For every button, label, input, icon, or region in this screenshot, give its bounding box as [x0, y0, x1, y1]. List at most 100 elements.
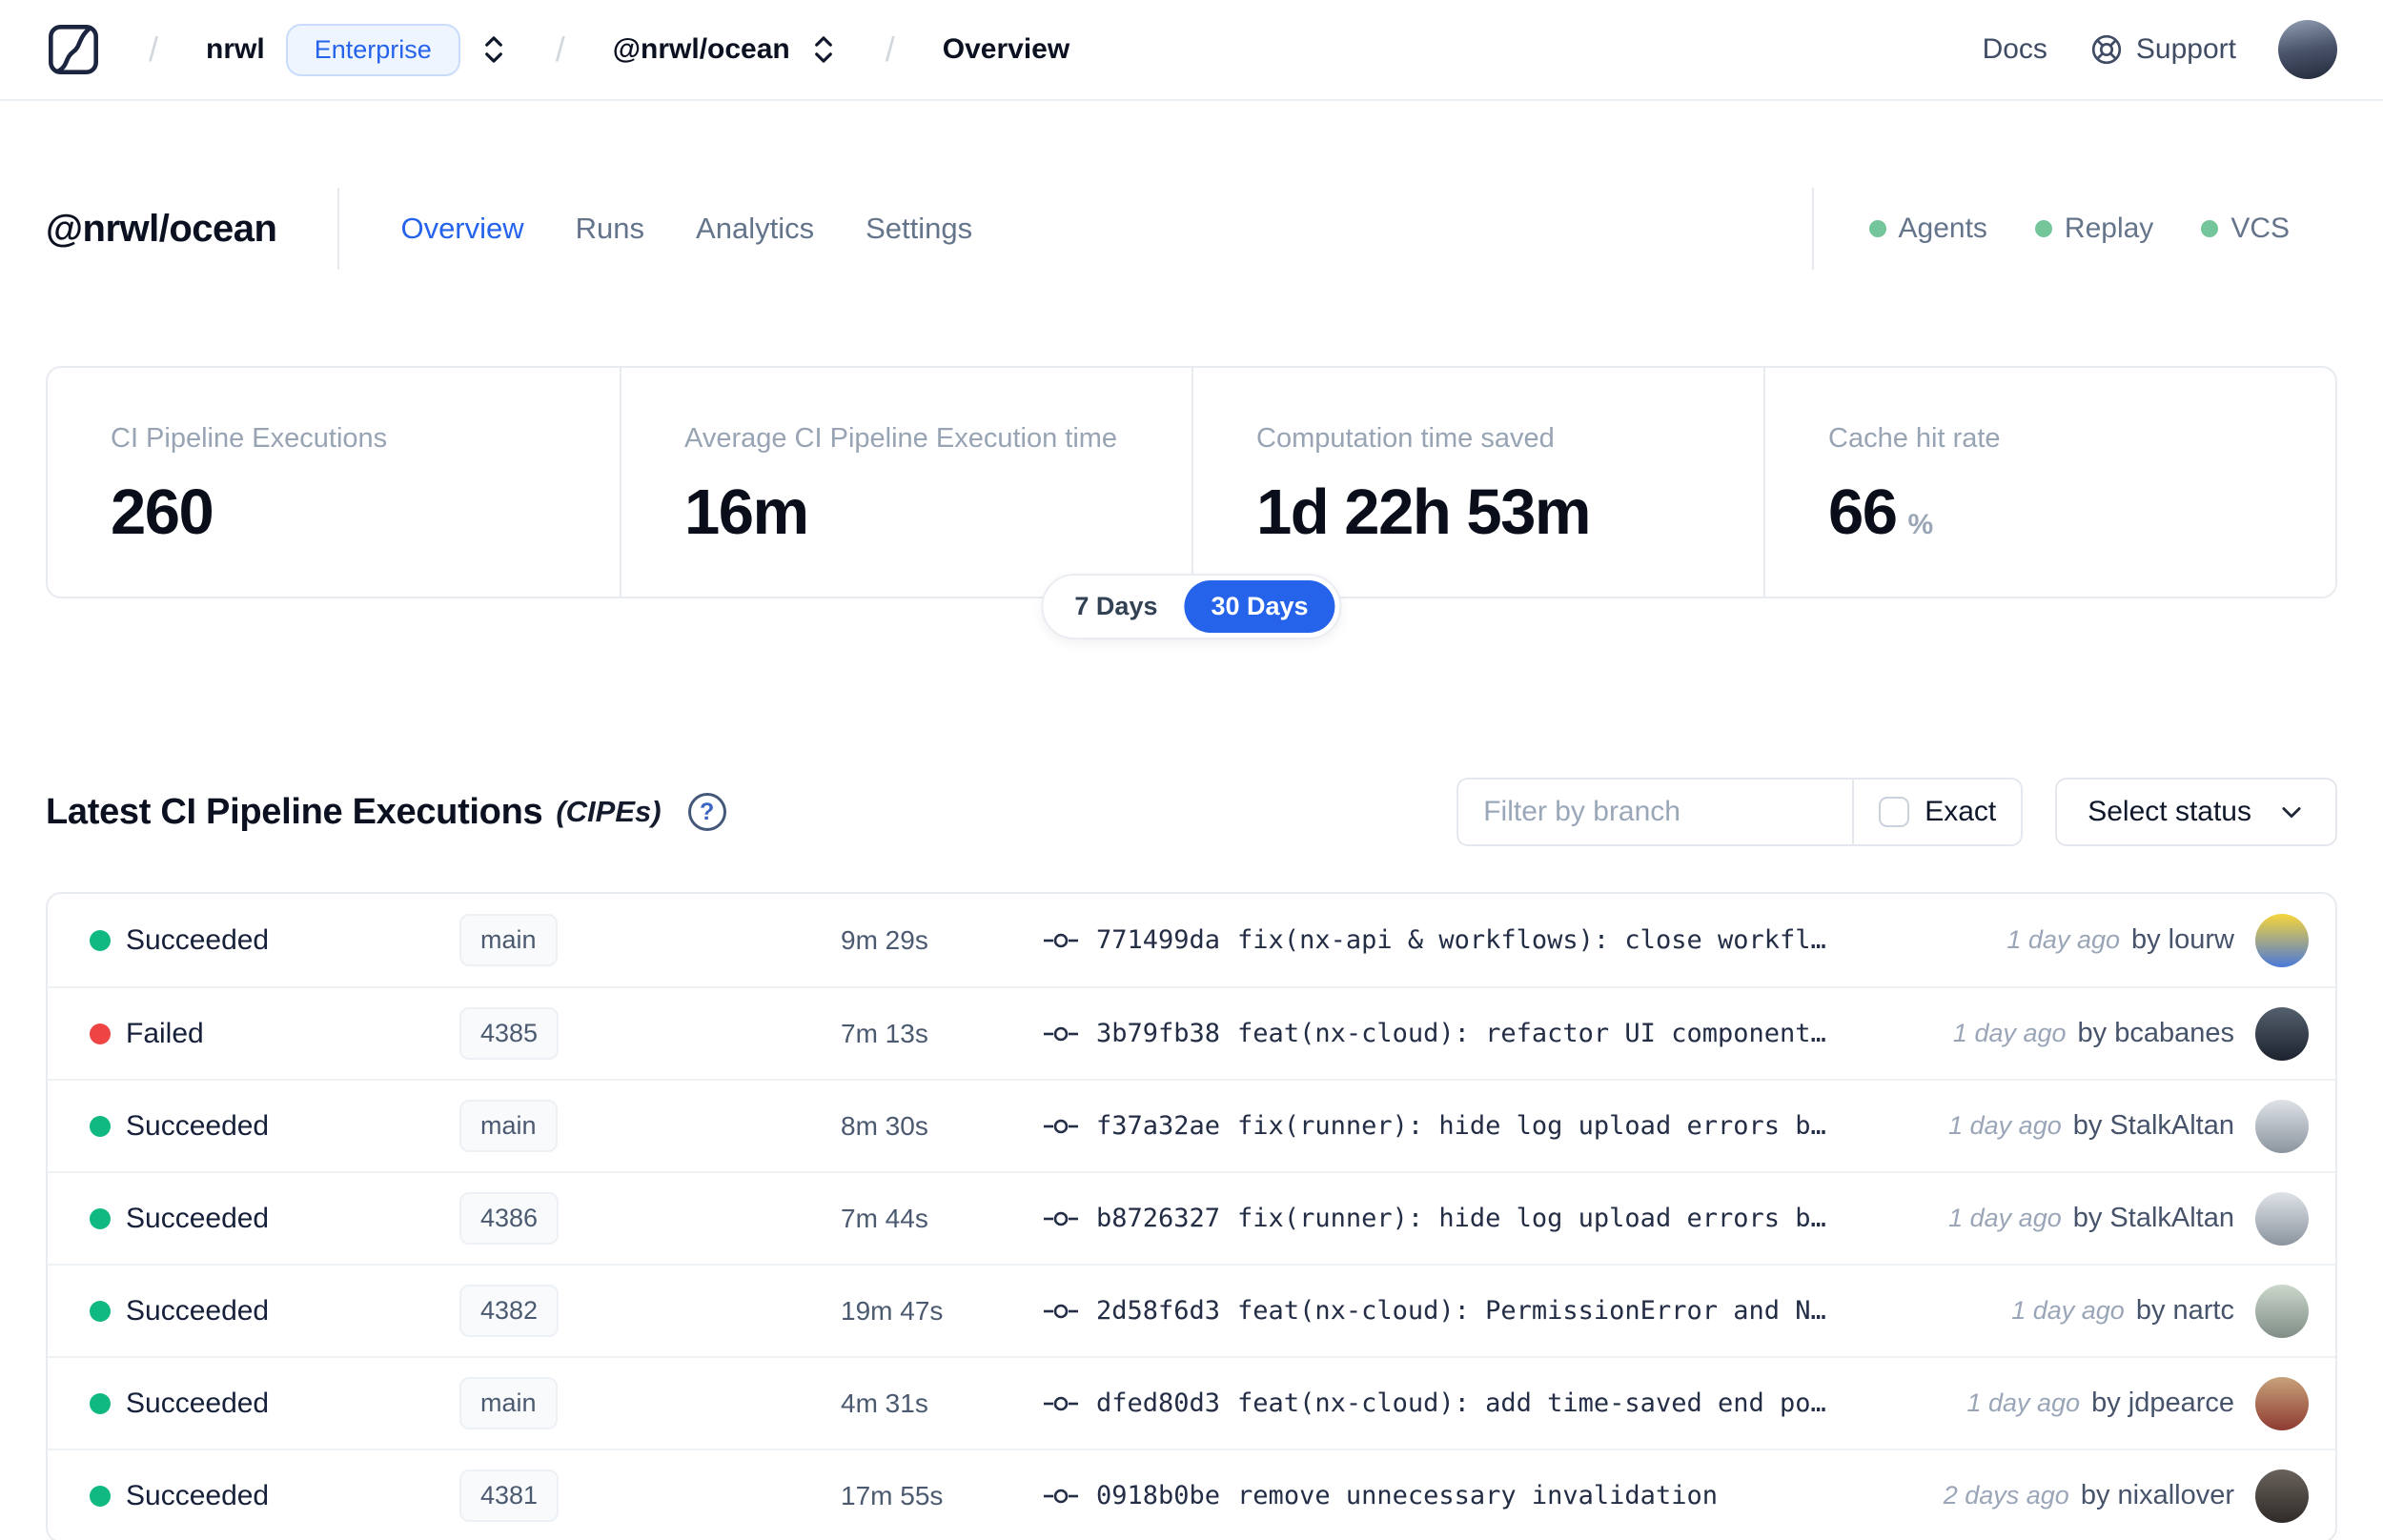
duration-label: 7m 44s [841, 1203, 928, 1233]
table-row[interactable]: Succeeded 4386 7m 44s b8726327 fix(runne… [48, 1171, 2335, 1264]
branch-filter-group: Exact [1456, 778, 2024, 846]
status-label: Succeeded [126, 1202, 270, 1234]
support-label: Support [2135, 33, 2236, 65]
author-avatar[interactable] [2255, 1099, 2309, 1153]
branch-cell: 4381 [459, 1469, 841, 1522]
stat-value: 66 [1828, 476, 1898, 548]
author-label: by lourw [2131, 924, 2234, 955]
breadcrumb-org[interactable]: nrwl [206, 33, 265, 66]
commit-hash[interactable]: 3b79fb38 [1096, 1019, 1220, 1048]
branch-badge[interactable]: 4381 [459, 1469, 560, 1522]
author-avatar[interactable] [2255, 1006, 2309, 1061]
branch-badge[interactable]: main [459, 1100, 558, 1152]
range-7-days-button[interactable]: 7 Days [1048, 580, 1184, 633]
time-ago: 2 days ago [1943, 1481, 2069, 1510]
indicator-agents: Agents [1868, 213, 1987, 245]
nx-cloud-logo-icon[interactable] [46, 22, 101, 77]
table-row[interactable]: Succeeded main 8m 30s f37a32ae fix(runne… [48, 1079, 2335, 1171]
table-row[interactable]: Succeeded main 4m 31s dfed80d3 feat(nx-c… [48, 1356, 2335, 1449]
commit-hash[interactable]: dfed80d3 [1096, 1388, 1220, 1418]
commit-cell: dfed80d3 feat(nx-cloud): add time-saved … [1043, 1388, 1947, 1418]
chevron-updown-icon [479, 33, 508, 66]
branch-badge[interactable]: 4382 [459, 1285, 560, 1337]
table-row[interactable]: Succeeded 4382 19m 47s 2d58f6d3 feat(nx-… [48, 1264, 2335, 1356]
author-avatar[interactable] [2255, 1284, 2309, 1338]
breadcrumb-separator: / [885, 30, 895, 69]
user-avatar[interactable] [2278, 20, 2337, 79]
time-ago: 1 day ago [1948, 1204, 2062, 1232]
exact-match-toggle[interactable]: Exact [1854, 796, 2021, 828]
tab-runs[interactable]: Runs [576, 212, 644, 246]
branch-badge[interactable]: 4385 [459, 1007, 560, 1060]
cipe-section-header: Latest CI Pipeline Executions (CIPEs) ? … [46, 778, 2337, 846]
branch-badge[interactable]: main [459, 914, 558, 966]
breadcrumb-separator: / [149, 30, 159, 69]
time-ago: 1 day ago [1952, 1019, 2067, 1047]
tab-overview[interactable]: Overview [400, 212, 523, 246]
chevron-down-icon [2278, 799, 2305, 825]
help-icon[interactable]: ? [687, 793, 726, 831]
workspace-switcher-button[interactable] [809, 33, 838, 66]
commit-cell: 0918b0be remove unnecessary invalidation [1043, 1481, 1925, 1510]
indicator-label: VCS [2230, 213, 2290, 244]
commit-hash[interactable]: 0918b0be [1096, 1481, 1220, 1510]
select-status-dropdown[interactable]: Select status [2055, 778, 2337, 846]
commit-message: remove unnecessary invalidation [1237, 1481, 1718, 1510]
status-dot-icon [90, 1392, 111, 1414]
status-dot-icon [90, 1115, 111, 1137]
table-row[interactable]: Succeeded 4381 17m 55s 0918b0be remove u… [48, 1449, 2335, 1540]
stat-value: 260 [111, 476, 214, 548]
breadcrumb-page: Overview [942, 33, 1070, 65]
status-label: Succeeded [126, 1109, 270, 1142]
table-row[interactable]: Succeeded main 9m 29s 771499da fix(nx-ap… [48, 894, 2335, 986]
page-title: @nrwl/ocean [46, 207, 277, 250]
indicator-replay: Replay [2034, 213, 2153, 245]
duration-label: 19m 47s [841, 1295, 944, 1326]
stat-card-cache-hit: Cache hit rate 66 % [1763, 368, 2335, 597]
commit-hash[interactable]: b8726327 [1096, 1204, 1220, 1233]
author-avatar[interactable] [2255, 1191, 2309, 1246]
stat-card-executions: CI Pipeline Executions 260 [48, 368, 620, 597]
branch-filter-input[interactable] [1458, 796, 1853, 828]
date-range-toggle: 7 Days 30 Days [1041, 574, 1342, 639]
stat-value: 16m [684, 476, 809, 548]
tab-analytics[interactable]: Analytics [696, 212, 814, 246]
org-switcher-button[interactable] [479, 33, 508, 66]
author-avatar[interactable] [2255, 1376, 2309, 1430]
navbar: / nrwl Enterprise / @nrwl/ocean / Overvi… [0, 0, 2383, 101]
commit-cell: f37a32ae fix(runner): hide log upload er… [1043, 1111, 1929, 1141]
duration-label: 17m 55s [841, 1480, 944, 1510]
branch-cell: 4382 [459, 1285, 841, 1337]
commit-message: feat(nx-cloud): add time-saved end po… [1237, 1388, 1826, 1418]
commit-message: fix(runner): hide log upload errors b… [1237, 1204, 1826, 1233]
commit-hash[interactable]: 2d58f6d3 [1096, 1296, 1220, 1326]
duration-label: 7m 13s [841, 1018, 928, 1048]
author-avatar[interactable] [2255, 913, 2309, 967]
exact-checkbox[interactable] [1879, 797, 1910, 827]
commit-icon [1043, 1113, 1079, 1140]
branch-badge[interactable]: 4386 [459, 1192, 560, 1245]
chevron-updown-icon [809, 33, 838, 66]
time-ago: 1 day ago [1948, 1111, 2062, 1140]
author-avatar[interactable] [2255, 1469, 2309, 1523]
commit-message: fix(nx-api & workflows): close workfl… [1237, 925, 1826, 955]
time-ago: 1 day ago [2011, 1296, 2125, 1325]
table-row[interactable]: Failed 4385 7m 13s 3b79fb38 feat(nx-clou… [48, 986, 2335, 1079]
docs-link[interactable]: Docs [1983, 33, 2047, 66]
commit-cell: b8726327 fix(runner): hide log upload er… [1043, 1204, 1929, 1233]
commit-message: feat(nx-cloud): refactor UI component… [1237, 1019, 1826, 1048]
tab-settings[interactable]: Settings [866, 212, 972, 246]
commit-icon [1043, 1206, 1079, 1232]
commit-hash[interactable]: 771499da [1096, 925, 1220, 955]
commit-hash[interactable]: f37a32ae [1096, 1111, 1220, 1141]
stat-value: 1d 22h 53m [1256, 476, 1591, 548]
support-link[interactable]: Support [2089, 32, 2236, 67]
branch-badge[interactable]: main [459, 1377, 558, 1429]
branch-cell: main [459, 1377, 841, 1429]
stat-label: CI Pipeline Executions [111, 423, 388, 454]
green-dot-icon [1868, 220, 1886, 237]
commit-cell: 3b79fb38 feat(nx-cloud): refactor UI com… [1043, 1019, 1934, 1048]
breadcrumb-workspace[interactable]: @nrwl/ocean [613, 33, 790, 66]
author-label: by nixallover [2080, 1480, 2234, 1510]
range-30-days-button[interactable]: 30 Days [1184, 580, 1335, 633]
